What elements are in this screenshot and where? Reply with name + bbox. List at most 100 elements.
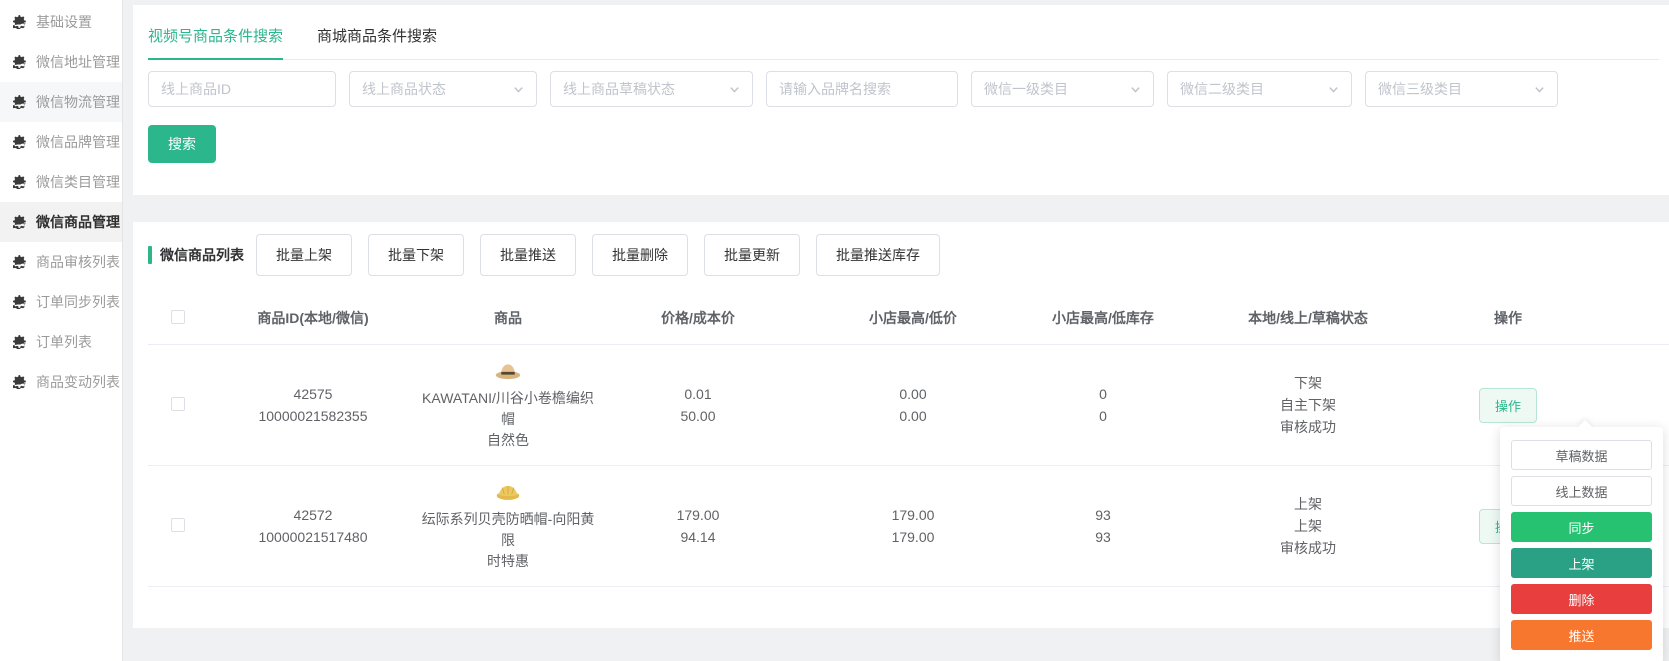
select-placeholder: 微信一级类目 <box>984 81 1068 97</box>
sidebar-item-label: 微信物流管理 <box>36 94 120 110</box>
draft-status: 审核成功 <box>1280 419 1336 435</box>
wechat-category-3-select[interactable]: 微信三级类目 <box>1365 71 1558 107</box>
sidebar-item-label: 微信地址管理 <box>36 54 120 70</box>
batch-push-stock-button[interactable]: 批量推送库存 <box>816 234 940 276</box>
chevron-down-icon <box>1328 84 1339 95</box>
table-header-shop-price: 小店最高/低价 <box>869 310 957 326</box>
product-list-card: 微信商品列表 批量上架 批量下架 批量推送 批量删除 批量更新 批量推送库存 商… <box>133 222 1669 628</box>
shop-price-cell: 0.00 0.00 <box>798 383 1028 427</box>
wechat-product-id: 10000021582355 <box>258 408 368 424</box>
product-name: 纭际系列贝壳防晒帽-向阳黄 限 时特惠 <box>421 511 595 569</box>
gear-icon <box>13 335 27 349</box>
batch-take-down-button[interactable]: 批量下架 <box>368 234 464 276</box>
price-cost-cell: 0.01 50.00 <box>598 383 798 427</box>
wechat-product-id: 10000021517480 <box>258 529 368 545</box>
table-row: 42575 10000021582355 KAWATANI/川谷小卷檐编织帽 自… <box>148 344 1669 465</box>
sidebar-item-label: 微信品牌管理 <box>36 134 120 150</box>
product-cell: 纭际系列贝壳防晒帽-向阳黄 限 时特惠 <box>418 480 598 572</box>
sidebar-item-wechat-logistics[interactable]: 微信物流管理 <box>0 82 122 122</box>
chevron-down-icon <box>1534 84 1545 95</box>
online-status: 上架 <box>1294 518 1322 534</box>
sidebar-item-product-audit[interactable]: 商品审核列表 <box>0 242 122 282</box>
sidebar-item-label: 微信商品管理 <box>36 214 120 230</box>
shop-stock-cell: 0 0 <box>1028 383 1178 427</box>
gear-icon <box>13 55 27 69</box>
popup-sync-button[interactable]: 同步 <box>1511 512 1652 542</box>
online-draft-status-select[interactable]: 线上商品草稿状态 <box>550 71 753 107</box>
chevron-down-icon <box>513 84 524 95</box>
row-checkbox[interactable] <box>171 517 185 532</box>
sidebar-item-wechat-brand[interactable]: 微信品牌管理 <box>0 122 122 162</box>
product-name: KAWATANI/川谷小卷檐编织帽 自然色 <box>422 390 594 448</box>
popup-delete-button[interactable]: 删除 <box>1511 584 1652 614</box>
select-placeholder: 微信二级类目 <box>1180 81 1264 97</box>
popup-draft-data-button[interactable]: 草稿数据 <box>1511 440 1652 470</box>
sidebar: 基础设置 微信地址管理 微信物流管理 微信品牌管理 微信类目管理 微信商品管理 … <box>0 0 123 661</box>
sidebar-item-label: 微信类目管理 <box>36 174 120 190</box>
table-header-action: 操作 <box>1494 310 1522 326</box>
table-header-id: 商品ID(本地/微信) <box>257 310 369 326</box>
shop-price-cell: 179.00 179.00 <box>798 504 1028 548</box>
local-product-id: 42572 <box>293 507 333 523</box>
sidebar-item-wechat-category[interactable]: 微信类目管理 <box>0 162 122 202</box>
product-id-cell: 42575 10000021582355 <box>208 383 418 427</box>
row-action-button[interactable]: 操作 <box>1478 387 1537 423</box>
gear-icon <box>13 95 27 109</box>
sidebar-item-label: 基础设置 <box>36 14 92 30</box>
sidebar-item-basic-settings[interactable]: 基础设置 <box>0 2 122 42</box>
popup-push-button[interactable]: 推送 <box>1511 620 1652 650</box>
list-header: 微信商品列表 批量上架 批量下架 批量推送 批量删除 批量更新 批量推送库存 <box>148 234 1669 276</box>
select-placeholder: 线上商品草稿状态 <box>563 81 675 97</box>
sidebar-item-label: 订单列表 <box>36 334 92 350</box>
sidebar-item-label: 商品审核列表 <box>36 254 120 270</box>
online-status: 自主下架 <box>1280 397 1336 413</box>
status-cell: 下架 自主下架 审核成功 <box>1178 372 1438 438</box>
table-bottom-divider <box>148 586 1669 587</box>
local-product-id: 42575 <box>293 386 333 402</box>
gear-icon <box>13 375 27 389</box>
row-checkbox[interactable] <box>171 396 185 411</box>
table-header-shop-stock: 小店最高/低库存 <box>1052 310 1154 326</box>
select-all-checkbox[interactable] <box>171 309 185 324</box>
popup-online-data-button[interactable]: 线上数据 <box>1511 476 1652 506</box>
brand-search-input[interactable] <box>766 71 958 107</box>
filter-row: 线上商品状态 线上商品草稿状态 微信一级类目 微信二级类目 微信三级类目 <box>148 71 1659 107</box>
batch-update-button[interactable]: 批量更新 <box>704 234 800 276</box>
product-cell: KAWATANI/川谷小卷檐编织帽 自然色 <box>418 359 598 451</box>
tab-video-product-search[interactable]: 视频号商品条件搜索 <box>148 25 284 60</box>
gear-icon <box>13 175 27 189</box>
wechat-category-1-select[interactable]: 微信一级类目 <box>971 71 1154 107</box>
shop-low-stock: 0 <box>1099 408 1107 424</box>
chevron-down-icon <box>1130 84 1141 95</box>
shop-low-price: 179.00 <box>891 529 935 545</box>
gear-icon <box>13 215 27 229</box>
tab-mall-product-search[interactable]: 商城商品条件搜索 <box>317 25 437 59</box>
sidebar-item-order-list[interactable]: 订单列表 <box>0 322 122 362</box>
sidebar-item-wechat-product[interactable]: 微信商品管理 <box>0 202 122 242</box>
product-image-yellow-sun-hat <box>493 480 523 502</box>
batch-actions: 批量上架 批量下架 批量推送 批量删除 批量更新 批量推送库存 <box>256 234 940 276</box>
draft-status: 审核成功 <box>1280 540 1336 556</box>
shop-high-stock: 0 <box>1099 386 1107 402</box>
sidebar-item-wechat-address[interactable]: 微信地址管理 <box>0 42 122 82</box>
select-placeholder: 线上商品状态 <box>362 81 446 97</box>
table-header-status: 本地/线上/草稿状态 <box>1248 310 1368 326</box>
sidebar-item-label: 商品变动列表 <box>36 374 120 390</box>
search-button[interactable]: 搜索 <box>148 125 216 163</box>
sidebar-item-product-change[interactable]: 商品变动列表 <box>0 362 122 402</box>
wechat-category-2-select[interactable]: 微信二级类目 <box>1167 71 1352 107</box>
local-status: 上架 <box>1294 496 1322 512</box>
online-product-status-select[interactable]: 线上商品状态 <box>349 71 537 107</box>
table-header-row: 商品ID(本地/微信) 商品 价格/成本价 小店最高/低价 小店最高/低库存 本… <box>148 308 1669 344</box>
batch-delete-button[interactable]: 批量删除 <box>592 234 688 276</box>
status-cell: 上架 上架 审核成功 <box>1178 493 1438 559</box>
online-product-id-input[interactable] <box>148 71 336 107</box>
table-row: 42572 10000021517480 纭际系列贝壳防晒帽-向阳黄 限 时特惠… <box>148 465 1669 586</box>
popup-put-on-button[interactable]: 上架 <box>1511 548 1652 578</box>
cost-value: 94.14 <box>680 529 716 545</box>
batch-push-button[interactable]: 批量推送 <box>480 234 576 276</box>
sidebar-item-order-sync[interactable]: 订单同步列表 <box>0 282 122 322</box>
batch-put-on-button[interactable]: 批量上架 <box>256 234 352 276</box>
gear-icon <box>13 135 27 149</box>
shop-high-price: 0.00 <box>899 386 927 402</box>
